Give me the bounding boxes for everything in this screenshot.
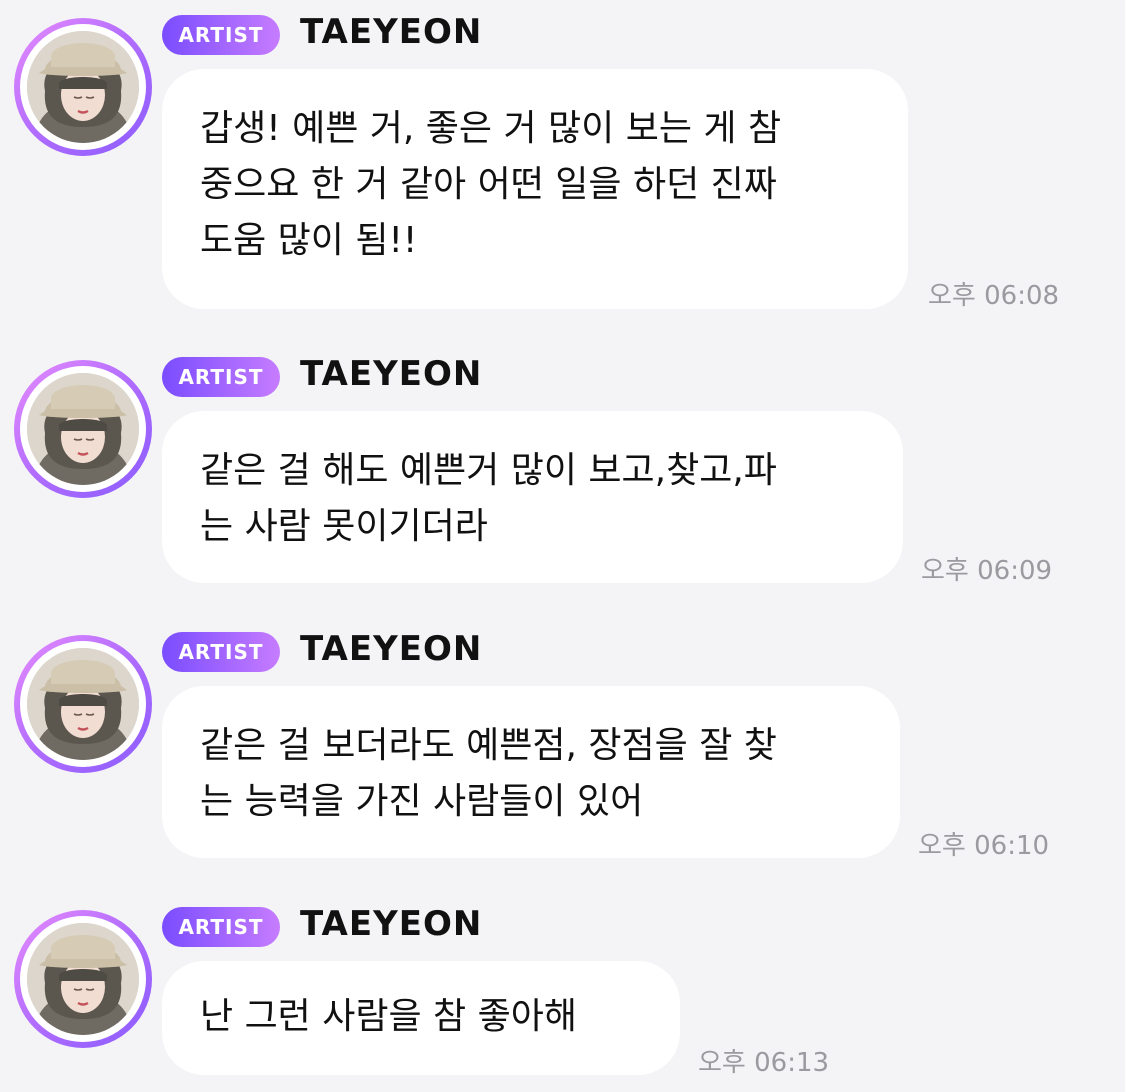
chat-screen: { "messages": [ { "badge": "ARTIST", "se… bbox=[0, 0, 1125, 1092]
message-bubble[interactable]: 같은 걸 해도 예쁜거 많이 보고,찾고,파 는 사람 못이기더라 bbox=[162, 411, 903, 583]
message-bubble[interactable]: 갑생! 예쁜 거, 좋은 거 많이 보는 게 참 중으요 한 거 같아 어떤 일… bbox=[162, 69, 908, 309]
message-timestamp: 오후 06:13 bbox=[698, 1048, 830, 1078]
sender-name[interactable]: TAEYEON bbox=[300, 629, 482, 669]
avatar[interactable] bbox=[14, 910, 152, 1048]
artist-badge: ARTIST bbox=[162, 907, 280, 947]
chat-message: ARTIST TAEYEON 갑생! 예쁜 거, 좋은 거 많이 보는 게 참 … bbox=[0, 0, 1125, 330]
chat-message: ARTIST TAEYEON 난 그런 사람을 참 좋아해 오후 06:13 bbox=[0, 892, 1125, 1092]
message-timestamp: 오후 06:10 bbox=[918, 831, 1050, 861]
artist-badge: ARTIST bbox=[162, 632, 280, 672]
chat-message: ARTIST TAEYEON 같은 걸 해도 예쁜거 많이 보고,찾고,파 는 … bbox=[0, 342, 1125, 602]
message-timestamp: 오후 06:09 bbox=[921, 556, 1053, 586]
sender-name[interactable]: TAEYEON bbox=[300, 904, 482, 944]
profile-photo-icon bbox=[27, 648, 139, 760]
profile-photo-icon bbox=[27, 373, 139, 485]
profile-photo-icon bbox=[27, 31, 139, 143]
message-bubble[interactable]: 같은 걸 보더라도 예쁜점, 장점을 잘 찾 는 능력을 가진 사람들이 있어 bbox=[162, 686, 900, 858]
avatar[interactable] bbox=[14, 18, 152, 156]
message-bubble[interactable]: 난 그런 사람을 참 좋아해 bbox=[162, 961, 680, 1075]
profile-photo-icon bbox=[27, 923, 139, 1035]
avatar[interactable] bbox=[14, 635, 152, 773]
message-timestamp: 오후 06:08 bbox=[928, 281, 1060, 311]
sender-name[interactable]: TAEYEON bbox=[300, 354, 482, 394]
artist-badge: ARTIST bbox=[162, 15, 280, 55]
chat-message: ARTIST TAEYEON 같은 걸 보더라도 예쁜점, 장점을 잘 찾 는 … bbox=[0, 617, 1125, 877]
artist-badge: ARTIST bbox=[162, 357, 280, 397]
avatar[interactable] bbox=[14, 360, 152, 498]
sender-name[interactable]: TAEYEON bbox=[300, 12, 482, 52]
